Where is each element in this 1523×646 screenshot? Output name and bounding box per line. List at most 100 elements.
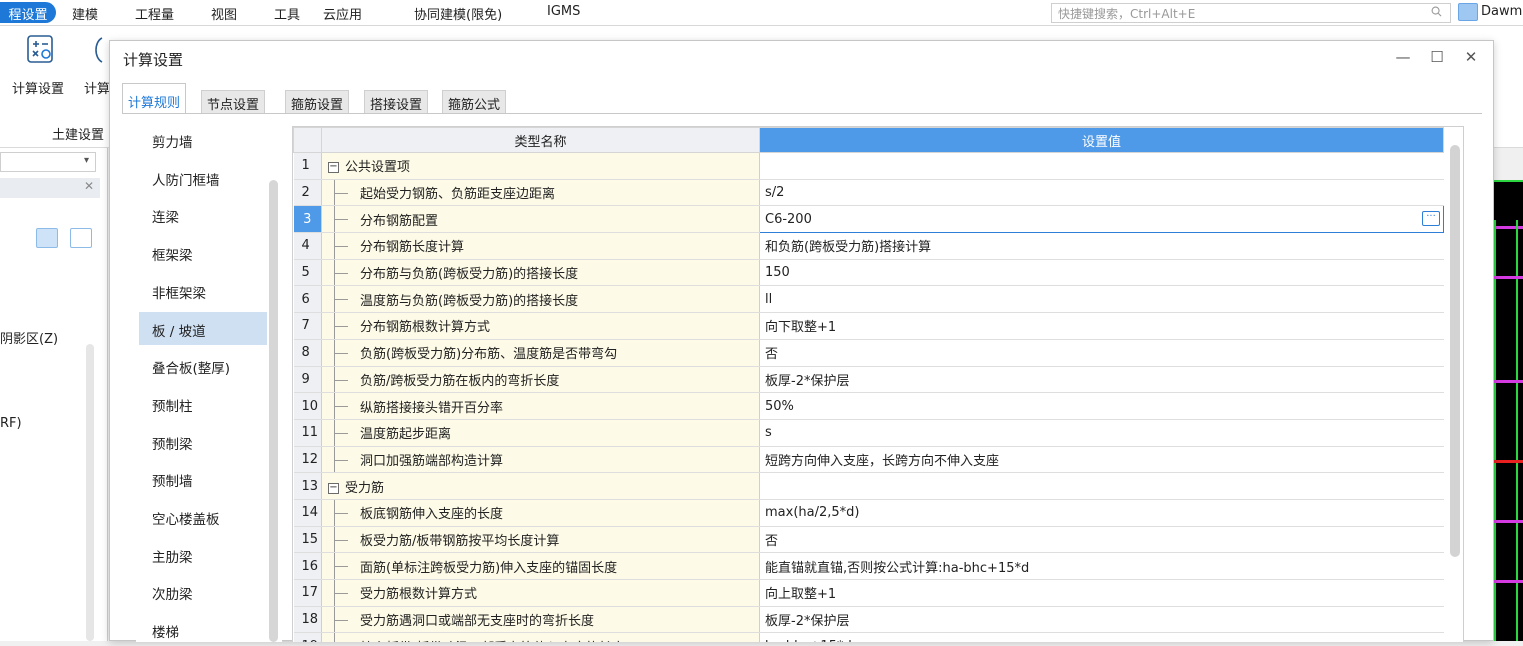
category-item[interactable]: 剪力墙 <box>139 123 267 156</box>
setting-value[interactable]: 能直锚就直锚,否则按公式计算:ha-bhc+15*d <box>759 552 1444 580</box>
row-number[interactable]: 6 <box>293 285 322 314</box>
ribbon-calc-label[interactable]: 计算 <box>84 78 110 97</box>
table-row[interactable]: 17 受力筋根数计算方式 向上取整+1 <box>293 579 1444 607</box>
menu-item-cloud[interactable]: 云应用 <box>323 4 362 23</box>
row-number[interactable]: 13 <box>293 472 322 500</box>
category-item[interactable]: 人防门框墙 <box>139 161 267 194</box>
tab-stirrup-formula[interactable]: 箍筋公式 <box>442 90 507 113</box>
setting-value[interactable]: s <box>759 419 1444 447</box>
table-row[interactable]: 8 负筋(跨板受力筋)分布筋、温度筋是否带弯勾 否 <box>293 339 1444 367</box>
setting-value[interactable]: ll <box>759 285 1444 314</box>
category-item[interactable]: 预制墙 <box>139 462 267 495</box>
chevron-down-icon[interactable]: ▾ <box>84 155 89 166</box>
calc-settings-icon[interactable] <box>24 32 58 66</box>
menu-item-collab[interactable]: 协同建模(限免) <box>414 4 502 23</box>
category-item[interactable]: 预制梁 <box>139 425 267 458</box>
close-button[interactable]: ✕ <box>1460 47 1482 69</box>
category-item[interactable]: 叠合板(整厚) <box>139 349 267 382</box>
tree-item-rf[interactable]: RF) <box>0 416 22 431</box>
close-icon[interactable]: ✕ <box>84 179 94 193</box>
search-icon[interactable] <box>1431 6 1442 17</box>
row-number[interactable]: 4 <box>293 232 322 260</box>
table-row[interactable]: 15 板受力筋/板带钢筋按平均长度计算 否 <box>293 526 1444 554</box>
minimize-button[interactable]: — <box>1392 47 1414 69</box>
table-row[interactable]: 4 分布钢筋长度计算 和负筋(跨板受力筋)搭接计算 <box>293 232 1444 260</box>
ellipsis-icon[interactable]: ··· <box>1422 211 1440 227</box>
list-view-icon[interactable] <box>36 228 58 248</box>
tab-lap-settings[interactable]: 搭接设置 <box>364 90 429 113</box>
collapse-icon[interactable]: − <box>328 482 339 494</box>
setting-value[interactable]: s/2 <box>759 179 1444 207</box>
setting-value[interactable]: 板厚-2*保护层 <box>759 606 1444 634</box>
menu-item-view[interactable]: 视图 <box>211 4 237 23</box>
user-avatar[interactable] <box>1458 3 1478 21</box>
row-number[interactable]: 16 <box>293 552 322 580</box>
category-item[interactable]: 连梁 <box>139 198 267 231</box>
setting-value-editor[interactable]: C6-200 ··· <box>759 205 1444 234</box>
setting-value[interactable]: 150 <box>759 259 1444 287</box>
table-row[interactable]: 9 负筋/跨板受力筋在板内的弯折长度 板厚-2*保护层 <box>293 366 1444 394</box>
row-number[interactable]: 8 <box>293 339 322 367</box>
category-item[interactable]: 主肋梁 <box>139 538 267 571</box>
panel-scrollbar[interactable] <box>86 344 94 641</box>
setting-value[interactable] <box>759 472 1444 500</box>
row-number[interactable]: 9 <box>293 366 322 394</box>
menu-item-tools[interactable]: 工具 <box>274 4 300 23</box>
maximize-button[interactable]: ☐ <box>1426 47 1448 69</box>
menu-item-modeling[interactable]: 建模 <box>72 4 98 23</box>
table-row[interactable]: 2 起始受力钢筋、负筋距支座边距离 s/2 <box>293 179 1444 207</box>
calc-report-icon[interactable] <box>90 32 110 66</box>
table-row[interactable]: 11 温度筋起步距离 s <box>293 419 1444 447</box>
detail-view-icon[interactable] <box>70 228 92 248</box>
row-number[interactable]: 12 <box>293 446 322 474</box>
table-scrollbar[interactable] <box>1450 145 1460 557</box>
table-row[interactable]: 3 分布钢筋配置 C6-200 ··· <box>293 205 1444 234</box>
row-number[interactable]: 17 <box>293 579 322 607</box>
table-row[interactable]: 14 板底钢筋伸入支座的长度 max(ha/2,5*d) <box>293 499 1444 527</box>
ribbon-calc-settings-label[interactable]: 计算设置 <box>12 78 64 97</box>
menu-item-project-settings[interactable]: 程设置 <box>0 2 56 23</box>
row-number[interactable]: 2 <box>293 179 322 207</box>
category-item[interactable]: 次肋梁 <box>139 575 267 608</box>
table-group-row[interactable]: 13− 受力筋 <box>293 472 1444 500</box>
table-row[interactable]: 6 温度筋与负筋(跨板受力筋)的搭接长度 ll <box>293 285 1444 314</box>
table-row[interactable]: 10 纵筋搭接接头错开百分率 50% <box>293 392 1444 420</box>
tree-item-shadow-zone[interactable]: 阴影区(Z) <box>0 328 58 347</box>
table-row[interactable]: 7 分布钢筋根数计算方式 向下取整+1 <box>293 312 1444 340</box>
user-name[interactable]: Dawm <box>1481 4 1522 19</box>
row-number[interactable]: 5 <box>293 259 322 287</box>
setting-value[interactable]: 向下取整+1 <box>759 312 1444 340</box>
setting-value[interactable]: 否 <box>759 339 1444 367</box>
menu-item-igms[interactable]: IGMS <box>547 4 580 19</box>
menu-item-quantity[interactable]: 工程量 <box>135 4 174 23</box>
row-number[interactable]: 18 <box>293 606 322 634</box>
table-row[interactable]: 16 面筋(单标注跨板受力筋)伸入支座的锚固长度 能直锚就直锚,否则按公式计算:ha… <box>293 552 1444 580</box>
category-item[interactable]: 非框架梁 <box>139 274 267 307</box>
setting-value[interactable]: 50% <box>759 392 1444 420</box>
category-item[interactable]: 空心楼盖板 <box>139 500 267 533</box>
setting-value[interactable]: 向上取整+1 <box>759 579 1444 607</box>
row-number[interactable]: 14 <box>293 499 322 527</box>
floor-dropdown[interactable]: ▾ <box>0 152 96 172</box>
row-number[interactable]: 11 <box>293 419 322 447</box>
setting-value[interactable]: 板厚-2*保护层 <box>759 366 1444 394</box>
category-item[interactable]: 楼梯 <box>139 613 267 646</box>
row-number[interactable]: 7 <box>293 312 322 340</box>
row-number[interactable]: 1 <box>293 152 322 180</box>
table-row[interactable]: 5 分布筋与负筋(跨板受力筋)的搭接长度 150 <box>293 259 1444 287</box>
category-scrollbar[interactable] <box>269 180 278 642</box>
setting-value-text[interactable]: C6-200 <box>765 212 812 227</box>
row-number[interactable]: 3 <box>293 205 322 234</box>
tab-stirrup-settings[interactable]: 箍筋设置 <box>285 90 350 113</box>
category-item[interactable]: 框架梁 <box>139 236 267 269</box>
setting-value[interactable] <box>759 152 1444 180</box>
shortcut-search-input[interactable]: 快捷键搜索，Ctrl+Alt+E <box>1051 3 1451 23</box>
setting-value[interactable]: 否 <box>759 526 1444 554</box>
tab-calc-rules[interactable]: 计算规则 <box>122 83 187 114</box>
row-number[interactable]: 15 <box>293 526 322 554</box>
tab-node-settings[interactable]: 节点设置 <box>201 90 266 113</box>
setting-value[interactable]: max(ha/2,5*d) <box>759 499 1444 527</box>
table-row[interactable]: 12 洞口加强筋端部构造计算 短跨方向伸入支座，长跨方向不伸入支座 <box>293 446 1444 474</box>
setting-value[interactable]: 和负筋(跨板受力筋)搭接计算 <box>759 232 1444 260</box>
setting-value[interactable]: 短跨方向伸入支座，长跨方向不伸入支座 <box>759 446 1444 474</box>
